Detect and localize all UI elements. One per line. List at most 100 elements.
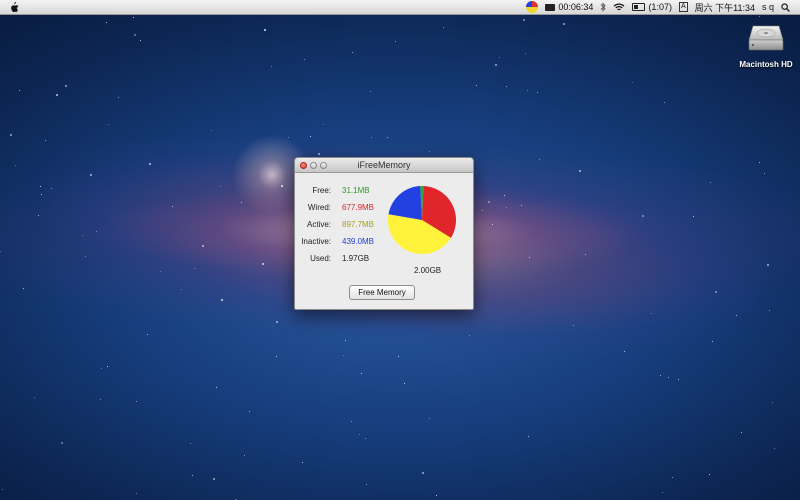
star <box>422 472 424 474</box>
star <box>85 256 86 257</box>
star <box>398 356 399 357</box>
input-method-menu[interactable]: A <box>678 2 688 12</box>
star <box>528 436 529 437</box>
star <box>56 94 58 96</box>
star <box>361 373 362 374</box>
star <box>499 57 500 58</box>
apple-menu-icon[interactable] <box>9 1 19 13</box>
star <box>302 462 303 463</box>
stat-wired-label: Wired: <box>307 203 331 212</box>
star <box>140 40 141 41</box>
stat-used: Used: 1.97GB <box>295 250 385 267</box>
star <box>241 202 242 203</box>
wifi-icon[interactable] <box>613 3 625 12</box>
timer-widget[interactable]: 00:06:34 <box>545 2 593 12</box>
star <box>715 291 717 293</box>
menu-extras: 00:06:34 (1:07) A 周六 下午11:34 s q <box>526 0 800 14</box>
star <box>38 215 39 216</box>
star <box>495 64 497 66</box>
memory-pie-chart <box>387 186 457 255</box>
star <box>276 356 277 357</box>
star <box>527 90 528 91</box>
star <box>504 195 505 196</box>
macintosh-hd-drive[interactable]: Macintosh HD <box>739 18 793 69</box>
star <box>506 86 507 87</box>
star <box>310 136 311 137</box>
color-wheel-icon[interactable] <box>526 1 539 13</box>
star <box>769 310 770 311</box>
username-text: s q <box>761 2 774 12</box>
input-method-label: A <box>678 2 688 12</box>
stat-used-label: Used: <box>310 254 331 263</box>
star <box>19 90 20 91</box>
battery-time: (1:07) <box>648 2 672 12</box>
pie-slice-inactive <box>388 186 422 220</box>
timer-badge-icon <box>545 3 556 11</box>
star <box>651 313 652 314</box>
star <box>149 163 151 165</box>
stat-free-label: Free: <box>312 186 331 195</box>
star <box>529 257 530 258</box>
star <box>371 137 372 138</box>
star <box>0 251 1 252</box>
star <box>118 97 119 98</box>
star <box>133 17 134 18</box>
star <box>573 325 574 326</box>
star <box>764 173 765 174</box>
star <box>579 170 581 172</box>
star <box>359 434 360 435</box>
star <box>10 134 12 136</box>
star <box>107 366 108 367</box>
stat-inactive-label: Inactive: <box>301 237 331 246</box>
star <box>202 245 204 247</box>
star <box>221 299 223 301</box>
disk-label: Macintosh HD <box>739 60 793 69</box>
star <box>352 52 353 53</box>
star <box>160 271 161 272</box>
star <box>506 207 507 208</box>
star <box>82 235 83 236</box>
star <box>172 206 173 207</box>
datetime-text: 周六 下午11:34 <box>694 2 755 13</box>
star <box>436 495 437 496</box>
star <box>539 159 540 160</box>
star <box>712 341 713 342</box>
star <box>585 254 586 255</box>
star <box>190 443 191 444</box>
star <box>662 492 663 493</box>
star <box>525 53 526 54</box>
star <box>136 401 137 402</box>
star <box>108 124 109 125</box>
star <box>90 174 92 176</box>
bluetooth-icon[interactable] <box>600 2 607 12</box>
star <box>345 340 346 341</box>
star <box>709 474 710 475</box>
battery-status[interactable]: (1:07) <box>632 2 672 12</box>
star <box>65 85 67 87</box>
star <box>492 224 493 225</box>
spotlight-search-icon[interactable] <box>781 2 790 12</box>
star <box>537 92 538 93</box>
star <box>365 438 366 439</box>
user-menu[interactable]: s q <box>762 2 774 12</box>
star <box>194 268 195 269</box>
timer-text: 00:06:34 <box>558 2 594 12</box>
star <box>429 418 430 419</box>
star <box>281 185 283 187</box>
star <box>276 321 278 323</box>
star <box>101 368 102 369</box>
star <box>482 210 483 211</box>
menubar-clock[interactable]: 周六 下午11:34 <box>695 1 755 14</box>
star <box>41 194 42 195</box>
window-titlebar[interactable]: iFreeMemory <box>295 158 473 173</box>
star <box>387 137 388 138</box>
free-memory-button[interactable]: Free Memory <box>349 285 415 300</box>
star <box>668 377 669 378</box>
stat-active-value: 897.7MB <box>342 220 375 229</box>
stat-wired-value: 677.9MB <box>342 203 375 212</box>
star <box>488 201 490 203</box>
star <box>271 66 272 67</box>
star <box>211 130 212 131</box>
star <box>395 41 396 42</box>
star <box>136 493 137 494</box>
